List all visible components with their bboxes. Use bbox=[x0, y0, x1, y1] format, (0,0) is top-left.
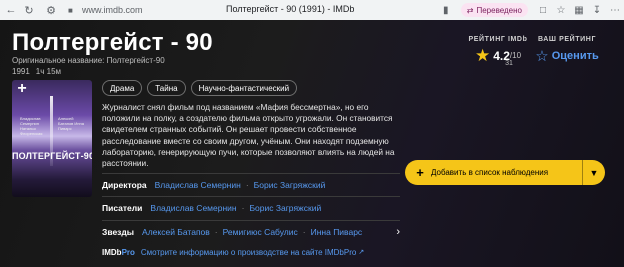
collections-icon[interactable]: ▦ bbox=[570, 0, 588, 20]
writers-row: Писатели Владислав Семернин · Борис Загр… bbox=[102, 196, 400, 218]
genre-chip[interactable]: Научно-фантастический bbox=[190, 80, 298, 96]
rating-scale: /10 bbox=[509, 51, 522, 60]
runtime: 1ч 15м bbox=[35, 67, 62, 76]
writer-link[interactable]: Владислав Семернин bbox=[150, 203, 236, 213]
extensions-icon[interactable]: □ bbox=[534, 0, 552, 20]
add-to-watchlist-button[interactable]: + Добавить в список наблюдения ▼ bbox=[405, 160, 605, 185]
refresh-icon[interactable]: ↻ bbox=[20, 0, 38, 20]
imdb-rating[interactable]: РЕЙТИНГ IMDb ★ 4.2 /10 31 bbox=[468, 36, 528, 67]
translated-label: Переведено bbox=[476, 5, 522, 15]
plot-summary: Журналист снял фильм под названием «Мафи… bbox=[102, 102, 395, 169]
address-bar[interactable]: ■ www.imdb.com bbox=[68, 3, 180, 17]
director-link[interactable]: Борис Загряжский bbox=[254, 180, 326, 190]
download-icon[interactable]: ↧ bbox=[588, 0, 606, 20]
add-to-watchlist-plus-icon[interactable]: + bbox=[14, 80, 30, 98]
separator-dot: · bbox=[241, 202, 245, 213]
translated-badge[interactable]: ⇄ Переведено bbox=[460, 3, 528, 17]
poster-cast-left: Владислав Семернин Наталья Флоренская bbox=[20, 116, 43, 136]
separator-dot: · bbox=[245, 179, 249, 190]
genre-chip[interactable]: Драма bbox=[102, 80, 143, 96]
your-rating[interactable]: ВАШ РЕЙТИНГ ☆ Оценить bbox=[535, 36, 599, 65]
favorites-icon[interactable]: ☆ bbox=[552, 0, 570, 20]
page-title-bar: Полтергейст - 90 (1991) - IMDb bbox=[226, 4, 355, 14]
star-link[interactable]: Алексей Батапов bbox=[142, 227, 210, 237]
toolbar-right: ▮ ⇄ Переведено □ ☆ ▦ ↧ ⋯ bbox=[437, 0, 624, 20]
lock-icon: ■ bbox=[68, 5, 73, 15]
original-title: Оригинальное название: Полтергейст-90 bbox=[12, 56, 165, 65]
separator-dot: · bbox=[302, 226, 306, 237]
imdbpro-logo: IMDbPro bbox=[102, 247, 135, 257]
release-year[interactable]: 1991 bbox=[12, 67, 30, 76]
watchlist-label: Добавить в список наблюдения bbox=[431, 168, 549, 177]
star-link[interactable]: Ремигиюс Сабулис bbox=[223, 227, 298, 237]
directors-label: Директора bbox=[102, 179, 147, 190]
bookmark-icon[interactable]: ▮ bbox=[437, 0, 455, 20]
movie-title: Полтергейст - 90 bbox=[12, 29, 213, 56]
back-icon[interactable]: ← bbox=[2, 0, 20, 20]
your-rating-label: ВАШ РЕЙТИНГ bbox=[537, 36, 597, 43]
external-link-icon: ↗ bbox=[358, 249, 365, 256]
writers-label: Писатели bbox=[102, 202, 143, 213]
separator-dot: · bbox=[214, 226, 218, 237]
rate-button[interactable]: Оценить bbox=[552, 50, 599, 62]
star-link[interactable]: Инна Пиварс bbox=[311, 227, 363, 237]
movie-poster[interactable]: + Владислав Семернин Наталья Флоренская … bbox=[12, 80, 92, 197]
translate-icon: ⇄ bbox=[466, 5, 474, 15]
plus-icon: + bbox=[416, 165, 424, 180]
director-link[interactable]: Владислав Семернин bbox=[155, 180, 241, 190]
stars-row[interactable]: Звезды Алексей Батапов · Ремигиюс Сабули… bbox=[102, 220, 400, 242]
poster-cast-right: Алексей Батапов Инна Пиварс bbox=[58, 116, 84, 131]
chevron-right-icon[interactable]: › bbox=[396, 226, 400, 238]
writer-link[interactable]: Борис Загряжский bbox=[249, 203, 321, 213]
imdbpro-row[interactable]: IMDbPro Смотрите информацию о производст… bbox=[102, 245, 364, 259]
imdbpro-link[interactable]: Смотрите информацию о производстве на са… bbox=[141, 248, 356, 257]
stars-label: Звезды bbox=[102, 226, 135, 237]
poster-title: ПОЛТЕРГЕЙСТ-90 bbox=[12, 151, 92, 161]
site-settings-icon[interactable]: ⚙ bbox=[42, 0, 60, 20]
genre-chips: Драма Тайна Научно-фантастический bbox=[102, 80, 298, 96]
chevron-down-icon[interactable]: ▼ bbox=[583, 168, 605, 178]
imdb-rating-label: РЕЙТИНГ IMDb bbox=[468, 36, 528, 43]
browser-toolbar: ← ↻ ⚙ ■ www.imdb.com Полтергейст - 90 (1… bbox=[0, 0, 624, 20]
menu-icon[interactable]: ⋯ bbox=[606, 0, 624, 20]
url-text: www.imdb.com bbox=[82, 5, 143, 15]
directors-row: Директора Владислав Семернин · Борис Заг… bbox=[102, 173, 400, 195]
star-icon: ★ bbox=[474, 46, 491, 65]
genre-chip[interactable]: Тайна bbox=[147, 80, 186, 96]
movie-meta: 1991 1ч 15м bbox=[12, 67, 61, 76]
rate-star-icon: ☆ bbox=[535, 48, 549, 65]
